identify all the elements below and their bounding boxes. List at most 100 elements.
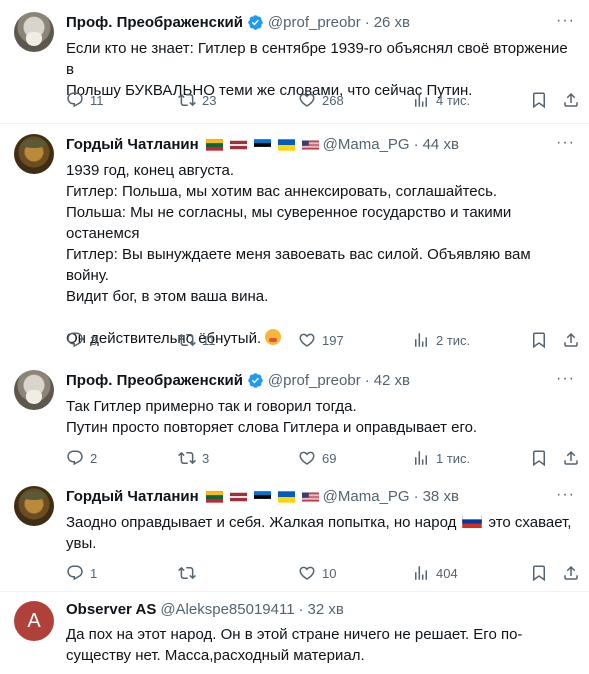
retweet-icon [178, 564, 196, 582]
like-button[interactable]: 197 [298, 331, 344, 349]
author-handle[interactable]: @prof_preobr [268, 372, 361, 389]
share-button[interactable] [562, 331, 580, 349]
ukraine-flag-icon [278, 491, 295, 503]
retweet-button[interactable]: 23 [178, 91, 216, 109]
reply-button[interactable]: 11 [66, 91, 104, 109]
tweet-text: Да пох на этот народ. Он в этой стране н… [66, 624, 575, 666]
retweet-button[interactable]: 11 [178, 331, 216, 349]
text-line: Заодно оправдывает и себя. Жалкая попытк… [66, 512, 575, 533]
avatar-letter: A [27, 609, 41, 632]
timestamp[interactable]: 44 хв [423, 136, 459, 153]
like-button[interactable]: 10 [298, 564, 336, 582]
author-name[interactable]: Observer AS [66, 601, 156, 618]
views-count: 1 тис. [436, 450, 471, 466]
views-button[interactable]: 4 тис. [412, 91, 470, 109]
retweet-button[interactable]: 3 [178, 449, 209, 467]
more-options-icon[interactable]: ··· [556, 486, 575, 504]
share-icon [562, 91, 580, 109]
tweet[interactable]: Проф. Преображенский @prof_preobr · 26 х… [0, 0, 589, 124]
avatar[interactable] [14, 12, 54, 52]
usa-flag-icon [302, 491, 319, 503]
share-button[interactable] [562, 91, 580, 109]
share-icon [562, 331, 580, 349]
like-button[interactable]: 268 [298, 91, 344, 109]
like-count: 69 [322, 450, 337, 466]
reply-button[interactable]: 3 [66, 331, 97, 349]
more-options-icon[interactable]: ··· [556, 370, 575, 388]
author-handle[interactable]: @Alekspe85019411 [160, 601, 294, 618]
bookmark-button[interactable] [530, 331, 548, 349]
ukraine-flag-icon [278, 139, 295, 151]
tweet[interactable]: A Observer AS @Alekspe85019411 · 32 хв Д… [0, 592, 589, 674]
avatar[interactable] [14, 134, 54, 174]
like-icon [298, 91, 316, 109]
timestamp[interactable]: 38 хв [423, 488, 459, 505]
bookmark-button[interactable] [530, 91, 548, 109]
author-name[interactable]: Проф. Преображенский [66, 14, 243, 31]
reply-count: 3 [90, 332, 98, 348]
timestamp[interactable]: 42 хв [374, 372, 410, 389]
text-line: Так Гитлер примерно так и говорил тогда. [66, 398, 357, 415]
timestamp[interactable]: 32 хв [308, 601, 344, 618]
tweet-header: Гордый Чатланин @Mama_PG · 44 хв [66, 136, 539, 153]
text-line: Если кто не знает: Гитлер в сентябре 193… [66, 40, 568, 78]
latvia-flag-icon [230, 491, 247, 503]
views-button[interactable]: 1 тис. [412, 449, 470, 467]
tweet[interactable]: Проф. Преображенский @prof_preobr · 42 х… [0, 362, 589, 480]
text-line: существу нет. Масса,расходный материал. [66, 647, 365, 664]
tweet-header: Проф. Преображенский @prof_preobr · 42 х… [66, 372, 539, 389]
bookmark-button[interactable] [530, 564, 548, 582]
views-count: 404 [436, 565, 458, 581]
bookmark-icon [530, 331, 548, 349]
bookmark-icon [530, 564, 548, 582]
retweet-icon [178, 91, 196, 109]
author-handle[interactable]: @Mama_PG [323, 136, 410, 153]
like-icon [298, 564, 316, 582]
separator-dot: · [298, 601, 304, 618]
like-count: 10 [322, 565, 337, 581]
bookmark-button[interactable] [530, 449, 548, 467]
author-name[interactable]: Гордый Чатланин [66, 488, 199, 505]
author-handle[interactable]: @Mama_PG [323, 488, 410, 505]
retweet-button[interactable] [178, 564, 202, 582]
avatar[interactable] [14, 370, 54, 410]
separator-dot: · [364, 14, 370, 31]
author-name[interactable]: Проф. Преображенский [66, 372, 243, 389]
views-button[interactable]: 404 [412, 564, 458, 582]
timestamp[interactable]: 26 хв [374, 14, 410, 31]
text-line: останемся [66, 225, 140, 242]
avatar[interactable]: A [14, 601, 54, 641]
share-button[interactable] [562, 449, 580, 467]
views-count: 4 тис. [436, 92, 471, 108]
views-icon [412, 331, 430, 349]
share-button[interactable] [562, 564, 580, 582]
tweet[interactable]: Гордый Чатланин @Mama_PG · 44 хв ··· 193… [0, 124, 589, 362]
like-count: 268 [322, 92, 344, 108]
share-icon [562, 564, 580, 582]
latvia-flag-icon [230, 139, 247, 151]
tweet-actions: 11 23 268 4 тис. [66, 91, 578, 111]
separator-dot: · [413, 136, 419, 153]
views-button[interactable]: 2 тис. [412, 331, 470, 349]
usa-flag-icon [302, 139, 319, 151]
views-icon [412, 449, 430, 467]
like-icon [298, 449, 316, 467]
avatar[interactable] [14, 486, 54, 526]
text-line: Польша: Мы не согласны, мы суверенное го… [66, 204, 512, 221]
reply-button[interactable]: 2 [66, 449, 97, 467]
more-options-icon[interactable]: ··· [556, 12, 575, 30]
tweet-text: 1939 год, конец августа. Гитлер: Польша,… [66, 160, 575, 349]
reply-icon [66, 564, 84, 582]
retweet-icon [178, 449, 196, 467]
retweet-count: 23 [202, 92, 217, 108]
like-button[interactable]: 69 [298, 449, 336, 467]
text-span: это схавает, [488, 514, 572, 531]
more-options-icon[interactable]: ··· [556, 134, 575, 152]
separator-dot: · [364, 372, 370, 389]
estonia-flag-icon [254, 491, 271, 503]
author-name[interactable]: Гордый Чатланин [66, 136, 199, 153]
author-handle[interactable]: @prof_preobr [268, 14, 361, 31]
reply-button[interactable]: 1 [66, 564, 97, 582]
tweet[interactable]: Гордый Чатланин @Mama_PG · 38 хв ··· Зао… [0, 480, 589, 592]
